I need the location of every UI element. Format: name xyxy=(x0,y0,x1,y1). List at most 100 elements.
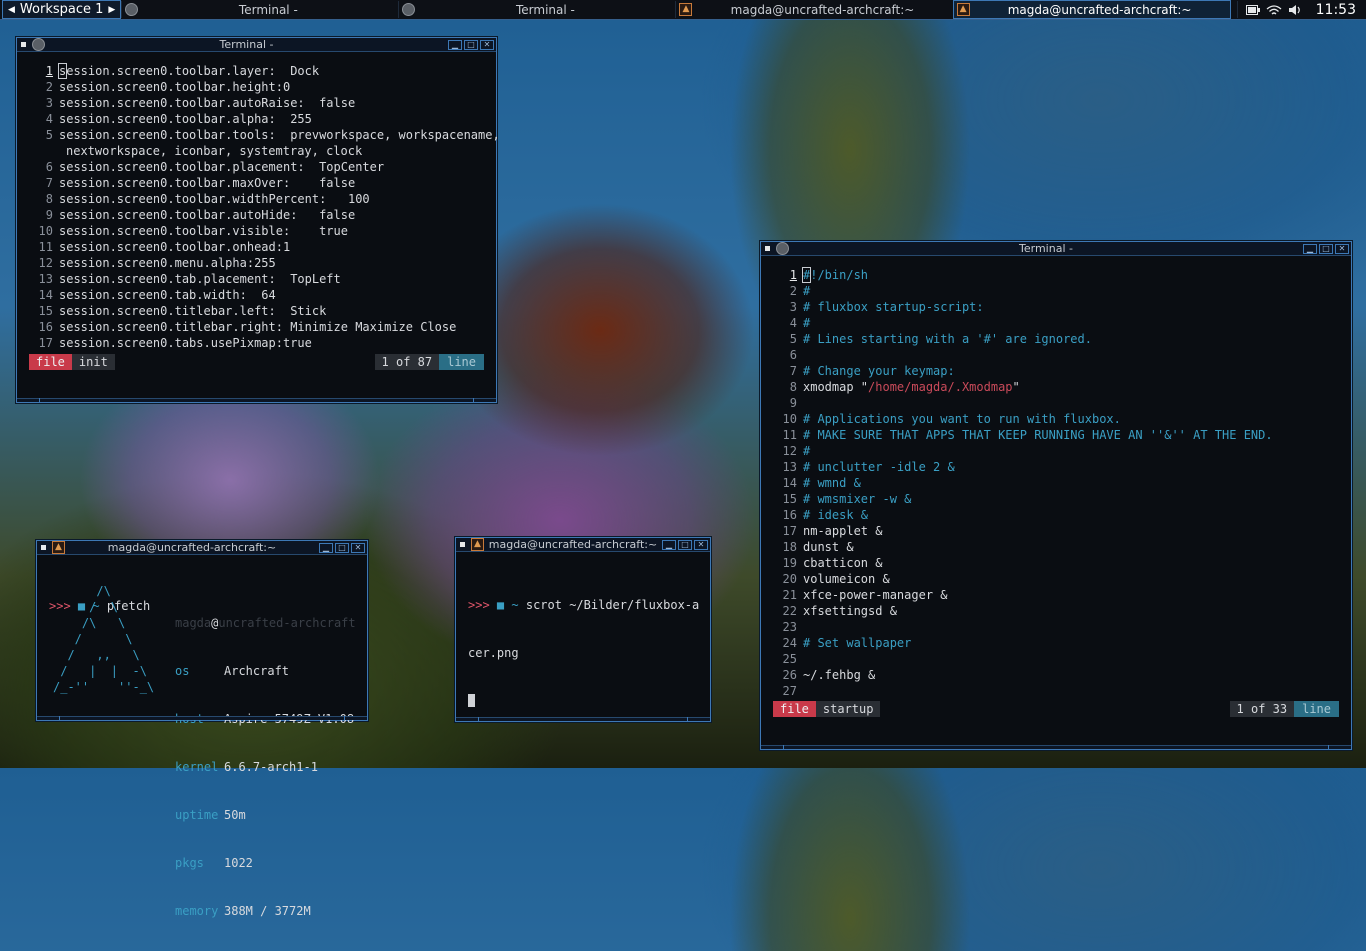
editor-line: 12 # xyxy=(773,443,1343,459)
editor-area[interactable]: 1 #!/bin/sh 2 #3 # fluxbox startup-script: 4 #… xyxy=(773,267,1343,699)
archcraft-icon: ▲ xyxy=(956,3,970,16)
terminal-window-startup[interactable]: Terminal - ▁ □ ✕ 1 #!/bin/sh 2 #3 # fluxbox … xyxy=(760,241,1352,750)
close-button[interactable]: ✕ xyxy=(1335,243,1349,254)
line-number xyxy=(29,143,59,159)
terminal-icon xyxy=(125,3,139,16)
line-number: 23 xyxy=(782,620,797,634)
editor-line: 20 volumeicon & xyxy=(773,571,1343,587)
shell-area[interactable]: >>> ■ ~ scrot ~/Bilder/fluxbox-a cer.png xyxy=(468,565,702,741)
minimize-button[interactable]: ▁ xyxy=(319,542,333,553)
window-resize-handle[interactable] xyxy=(761,745,1351,749)
window-titlebar[interactable]: Terminal - ▁ □ ✕ xyxy=(761,242,1351,256)
line-text: # Lines starting with a '#' are ignored. xyxy=(803,332,1092,346)
stick-button[interactable] xyxy=(41,545,46,550)
taskbar-item-terminal-2[interactable]: Terminal - xyxy=(398,1,675,18)
line-text: session.screen0.toolbar.widthPercent: 10… xyxy=(59,192,370,206)
statusline-filename: startup xyxy=(815,701,881,717)
line-number: 19 xyxy=(782,556,797,570)
editor-line: 26 ~/.fehbg & xyxy=(773,667,1343,683)
pfetch-value: 388M / 3772M xyxy=(224,904,311,918)
window-resize-handle[interactable] xyxy=(17,398,496,402)
archcraft-icon: ▲ xyxy=(52,541,65,554)
window-resize-handle[interactable] xyxy=(37,716,367,720)
line-number: 2 xyxy=(789,284,797,298)
shell-prompt-line: >>> ■ ~ scrot ~/Bilder/fluxbox-a xyxy=(468,597,702,613)
window-titlebar[interactable]: ▲ magda@uncrafted-archcraft:~ ▁ □ ✕ xyxy=(37,541,367,555)
editor-line: 8 session.screen0.toolbar.widthPercent: 1… xyxy=(29,191,488,207)
terminal-window-init[interactable]: Terminal - ▁ □ ✕ 1 session.screen0.toolba… xyxy=(16,37,500,403)
line-number: 21 xyxy=(782,588,797,602)
shell-cursor-line xyxy=(468,693,702,709)
line-text: #!/bin/sh xyxy=(801,267,869,283)
terminal-icon xyxy=(776,242,789,255)
line-number: 11 xyxy=(782,428,797,442)
statusline-unit: line xyxy=(439,354,484,370)
minimize-button[interactable]: ▁ xyxy=(448,39,462,50)
editor-statusline: file startup 1 of 33 line xyxy=(773,701,1339,717)
maximize-button[interactable]: □ xyxy=(1319,243,1333,254)
shell-window-scrot[interactable]: ▲ magda@uncrafted-archcraft:~ ▁ □ ✕ >>> … xyxy=(455,537,711,722)
editor-line: 4 session.screen0.toolbar.alpha: 255 xyxy=(29,111,488,127)
taskbar-item-terminal-1[interactable]: Terminal - xyxy=(121,1,398,18)
editor-line: 9 session.screen0.toolbar.autoHide: false xyxy=(29,207,488,223)
editor-line: 15 session.screen0.titlebar.left: Stick xyxy=(29,303,488,319)
close-button[interactable]: ✕ xyxy=(480,39,494,50)
stick-button[interactable] xyxy=(460,542,465,547)
workspace-switcher[interactable]: ◀ Workspace 1 ▶ xyxy=(2,0,122,19)
archcraft-icon: ▲ xyxy=(679,3,693,16)
window-title: magda@uncrafted-archcraft:~ xyxy=(107,541,277,554)
line-text: session.screen0.toolbar.autoRaise: false xyxy=(59,96,356,110)
close-button[interactable]: ✕ xyxy=(694,539,708,550)
line-number: 3 xyxy=(789,300,797,314)
shell-window-pfetch[interactable]: ▲ magda@uncrafted-archcraft:~ ▁ □ ✕ >>> … xyxy=(36,540,368,918)
window-titlebar[interactable]: Terminal - ▁ □ ✕ xyxy=(17,38,496,52)
line-number: 3 xyxy=(45,96,53,110)
taskbar-item-shell-1[interactable]: ▲ magda@uncrafted-archcraft:~ xyxy=(675,1,952,18)
stick-button[interactable] xyxy=(21,42,26,47)
line-number: 7 xyxy=(789,364,797,378)
volume-icon[interactable] xyxy=(1288,4,1302,16)
line-text: session.screen0.toolbar.maxOver: false xyxy=(59,176,356,190)
maximize-button[interactable]: □ xyxy=(464,39,478,50)
close-button[interactable]: ✕ xyxy=(351,542,365,553)
editor-line: 1 #!/bin/sh xyxy=(773,267,1343,283)
line-number: 20 xyxy=(782,572,797,586)
line-text: # xyxy=(803,284,811,298)
line-text: session.screen0.titlebar.left: Stick xyxy=(59,304,327,318)
editor-area[interactable]: 1 session.screen0.toolbar.layer: Dock 2 se… xyxy=(29,63,500,351)
line-number: 16 xyxy=(782,508,797,522)
minimize-button[interactable]: ▁ xyxy=(662,539,676,550)
editor-line: 24 # Set wallpaper xyxy=(773,635,1343,651)
battery-icon[interactable] xyxy=(1245,4,1260,15)
statusline-filename: init xyxy=(71,354,115,370)
line-number: 17 xyxy=(38,336,53,350)
terminal-icon xyxy=(32,38,45,51)
pfetch-at: @ xyxy=(211,616,219,630)
minimize-button[interactable]: ▁ xyxy=(1303,243,1317,254)
prev-workspace-icon[interactable]: ◀ xyxy=(6,5,17,15)
editor-line: 19 cbatticon & xyxy=(773,555,1343,571)
line-number: 15 xyxy=(38,304,53,318)
clock[interactable]: 11:53 xyxy=(1310,2,1366,18)
line-text: session.screen0.toolbar.alpha: 255 xyxy=(59,112,312,126)
editor-line: 2 session.screen0.toolbar.height:0 xyxy=(29,79,488,95)
line-number: 6 xyxy=(45,160,53,174)
line-text: nm-applet & xyxy=(803,524,883,538)
window-resize-handle[interactable] xyxy=(456,717,710,721)
pfetch-value: 50m xyxy=(224,808,246,822)
window-titlebar[interactable]: ▲ magda@uncrafted-archcraft:~ ▁ □ ✕ xyxy=(456,538,710,552)
next-workspace-icon[interactable]: ▶ xyxy=(106,5,117,15)
maximize-button[interactable]: □ xyxy=(335,542,349,553)
taskbar-item-shell-2[interactable]: ▲ magda@uncrafted-archcraft:~ xyxy=(952,0,1231,19)
editor-line: 18 dunst & xyxy=(773,539,1343,555)
editor-line-wrapped: nextworkspace, iconbar, systemtray, cloc… xyxy=(29,143,488,159)
window-title: magda@uncrafted-archcraft:~ xyxy=(488,538,658,551)
line-text: session.screen0.toolbar.tools: prevworks… xyxy=(59,128,500,142)
pfetch-info: magda@uncrafted-archcraft osArchcraft ho… xyxy=(175,583,356,951)
editor-line: 25 xyxy=(773,651,1343,667)
pfetch-key: uptime xyxy=(175,808,219,822)
maximize-button[interactable]: □ xyxy=(678,539,692,550)
stick-button[interactable] xyxy=(765,246,770,251)
wifi-icon[interactable] xyxy=(1266,4,1282,16)
taskbar-item-label: magda@uncrafted-archcraft:~ xyxy=(730,2,915,17)
